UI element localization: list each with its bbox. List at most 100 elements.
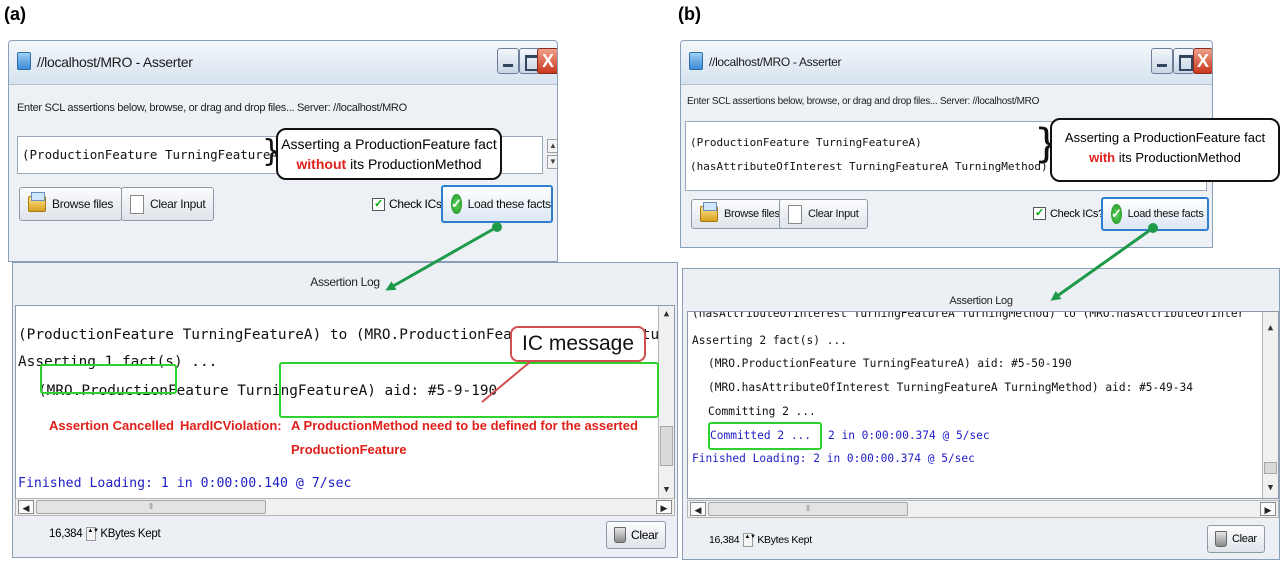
scroll-down-icon[interactable]: ▼ [660,482,673,498]
app-icon [689,52,703,70]
scroll-thumb[interactable] [660,426,673,466]
kbytes-value[interactable]: 16,384 [709,534,740,546]
violation-label: HardICViolation: [180,418,282,433]
scroll-down-icon[interactable]: ▼ [1264,480,1277,496]
ic-message-callout: IC message [510,326,647,362]
kbytes-kept-control: 16,384 ▲▼ KBytes Kept [49,527,161,541]
load-facts-label: Load these facts [467,197,552,211]
load-facts-button[interactable]: ✓ Load these facts [1101,197,1209,231]
browse-files-label: Browse files [724,208,780,220]
close-button[interactable]: X [1193,48,1212,74]
scroll-right-icon[interactable]: ▶ [1260,502,1276,516]
clear-input-label: Clear Input [808,208,859,220]
log-line: (hasAttributeOfInterest TurningFeatureA … [692,311,1245,320]
browse-files-button[interactable]: Browse files [691,199,789,229]
callout-line2: with its ProductionMethod [1052,148,1278,168]
log-vertical-scrollbar[interactable]: ▲ ▼ [658,306,674,514]
log-line: Committing 2 ... [708,405,816,418]
log-line: Asserting 2 fact(s) ... [692,334,847,347]
folder-icon [700,202,718,222]
scroll-up-icon[interactable]: ▲ [660,306,673,322]
panel-label-b: (b) [678,4,701,24]
maximize-button[interactable] [1173,48,1195,74]
callout-rest: its ProductionMethod [350,156,482,172]
minimize-button[interactable] [497,48,519,74]
log-area[interactable]: (hasAttributeOfInterest TurningFeatureA … [687,311,1279,499]
callout-line2: without its ProductionMethod [278,154,500,174]
kbytes-kept-control: 16,384 ▲▼ KBytes Kept [709,533,812,547]
clear-input-button[interactable]: Clear Input [121,187,215,221]
log-horizontal-scrollbar[interactable]: ◀ ⦀ ▶ [687,500,1279,518]
browse-files-button[interactable]: Browse files [19,187,123,221]
folder-icon [28,192,46,212]
h-scroll-thumb[interactable]: ⦀ [708,502,908,516]
scroll-left-icon[interactable]: ◀ [18,500,34,514]
check-ics-label: Check ICs? [1050,207,1104,220]
document-icon [788,204,802,224]
scroll-left-icon[interactable]: ◀ [690,502,706,516]
highlight-box [279,362,659,418]
clear-log-label: Clear [631,528,659,542]
ic-message-line2: ProductionFeature [291,442,407,457]
checkbox-checked-icon[interactable]: ✓ [372,197,385,211]
clear-log-button[interactable]: Clear [1207,525,1265,553]
log-finished-line: Finished Loading: 2 in 0:00:00.374 @ 5/s… [692,452,975,465]
title-bar[interactable]: //localhost/MRO - Asserter X [681,41,1212,85]
check-ics-label: Check ICs? [389,197,449,211]
assertion-cancelled-text: Assertion Cancelled [49,418,174,433]
log-finished-line: Finished Loading: 1 in 0:00:00.140 @ 7/s… [18,476,352,491]
browse-files-label: Browse files [52,197,114,211]
highlight-box [708,422,822,450]
panel-label-a: (a) [4,4,26,24]
input-scroll-down-icon[interactable]: ▼ [547,155,557,169]
document-icon [130,194,144,214]
log-line: (MRO.ProductionFeature TurningFeatureA) … [708,357,1072,370]
log-line: (MRO.hasAttributeOfInterest TurningFeatu… [708,381,1193,394]
input-line: (hasAttributeOfInterest TurningFeatureA … [690,160,1048,173]
instructions-text: Enter SCL assertions below, browse, or d… [17,102,407,114]
window-title: //localhost/MRO - Asserter [709,55,842,69]
trash-icon [614,527,626,543]
green-check-icon: ✓ [1111,204,1122,224]
clear-log-button[interactable]: Clear [606,521,667,549]
scroll-thumb[interactable] [1264,462,1277,474]
window-title: //localhost/MRO - Asserter [37,54,193,70]
assertion-log-window-b: Assertion Log (hasAttributeOfInterest Tu… [682,268,1280,560]
log-title: Assertion Log [310,275,380,289]
log-horizontal-scrollbar[interactable]: ◀ ⦀ ▶ [15,498,675,516]
clear-input-button[interactable]: Clear Input [779,199,868,229]
app-icon [17,52,31,70]
callout-line1: Asserting a ProductionFeature fact [1064,130,1266,145]
check-ics-checkbox[interactable]: ✓ Check ICs? [372,197,448,211]
input-scroll-up-icon[interactable]: ▲ [547,139,557,153]
close-button[interactable]: X [537,48,557,74]
title-bar[interactable]: //localhost/MRO - Asserter X [9,41,557,85]
committed-rest-text: 2 in 0:00:00.374 @ 5/sec [828,429,990,442]
scroll-right-icon[interactable]: ▶ [656,500,672,514]
annotation-callout: Asserting a ProductionFeature fact witho… [276,128,502,180]
ic-message-line1: A ProductionMethod need to be defined fo… [291,418,638,433]
load-facts-label: Load these facts [1127,208,1204,220]
input-line: (ProductionFeature TurningFeatureA) [690,136,922,149]
input-line: (ProductionFeature TurningFeatureA) [22,147,286,162]
kbytes-label: KBytes Kept [757,534,812,546]
callout-line1: Asserting a ProductionFeature fact [281,136,497,152]
instructions-text: Enter SCL assertions below, browse, or d… [687,96,1040,107]
minimize-button[interactable] [1151,48,1173,74]
clear-input-label: Clear Input [150,197,206,211]
green-check-icon: ✓ [451,194,462,214]
scroll-up-icon[interactable]: ▲ [1264,320,1277,336]
h-scroll-thumb[interactable]: ⦀ [36,500,266,514]
checkbox-checked-icon[interactable]: ✓ [1033,207,1046,220]
kbytes-value[interactable]: 16,384 [49,528,83,540]
callout-rest: its ProductionMethod [1118,150,1241,165]
callout-emphasis: without [296,156,347,172]
spinner-icon[interactable]: ▲▼ [743,533,756,547]
log-vertical-scrollbar[interactable]: ▲ ▼ [1262,312,1278,498]
callout-emphasis: with [1089,150,1116,165]
spinner-icon[interactable]: ▲▼ [86,527,99,541]
highlight-box [40,364,177,394]
load-facts-button[interactable]: ✓ Load these facts [441,185,553,223]
clear-log-label: Clear [1232,533,1257,545]
check-ics-checkbox[interactable]: ✓ Check ICs? [1033,207,1104,220]
